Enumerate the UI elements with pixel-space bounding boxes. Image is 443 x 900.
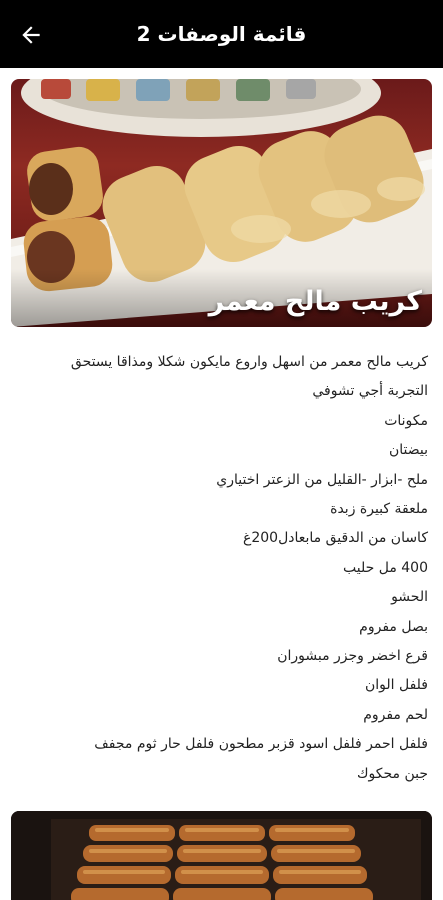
recipe-line: مكونات [384,412,428,429]
recipe-line: بيضتان [388,442,428,459]
baked-rolls-photo [11,811,432,900]
recipe-line: بصل مفروم [359,618,428,635]
recipe-image-card-2[interactable] [11,811,432,900]
recipe-line: قرع اخضر وجزر مبشوران [277,648,428,665]
recipe-title: كريب مالح معمر [208,286,422,317]
recipe-line: 400 مل حليب [343,559,428,576]
recipe-line: جبن محكوك [356,765,428,782]
recipe-line: لحم مفروم [363,706,428,723]
recipe-line: فلفل الوان [364,677,428,694]
recipe-text: كريب مالح معمر من اسهل واروع مايكون شكلا… [14,348,428,789]
recipe-line: ملح -ابزار -القليل من الزعتر اختياري [216,471,428,488]
app-bar: قائمة الوصفات 2 [0,0,443,68]
page-title: قائمة الوصفات 2 [136,22,307,46]
recipe-line: كريب مالح معمر من اسهل واروع مايكون شكلا… [70,354,428,370]
back-button[interactable] [14,18,48,52]
recipe-line: كاسان من الدقيق مابعادل200غ [243,530,428,547]
recipe-line: الحشو [391,589,428,606]
recipe-line: ملعقة كبيرة زبدة [330,501,428,518]
recipe-image-card[interactable]: كريب مالح معمر [11,79,432,327]
recipe-line: التجربة أجي تشوفي [312,383,428,400]
recipe-line: فلفل احمر فلفل اسود قزبر مطحون فلفل حار … [94,736,428,753]
arrow-back-icon [22,26,40,44]
